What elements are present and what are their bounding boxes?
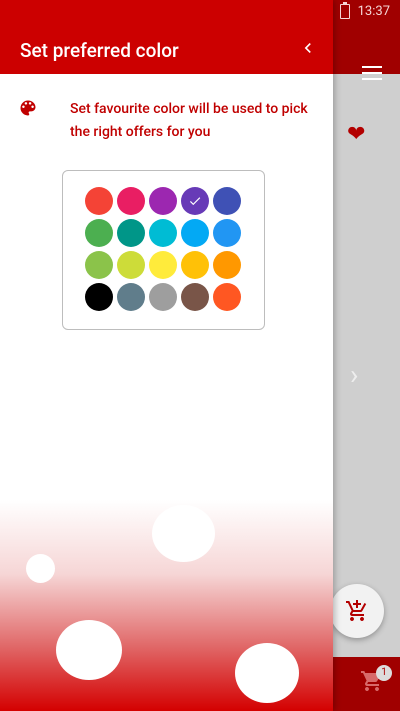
palette-icon [20,100,36,116]
color-swatch[interactable] [213,283,241,311]
decor-bubble [152,505,215,562]
heart-icon[interactable]: ❤ [347,122,365,147]
chevron-right-icon[interactable]: › [350,358,358,391]
color-swatch[interactable] [117,283,145,311]
add-to-cart-button[interactable] [330,584,384,638]
color-swatch[interactable] [85,219,113,247]
color-swatch[interactable] [149,283,177,311]
color-swatch[interactable] [117,251,145,279]
color-drawer: Set preferred color Set favourite color … [0,0,333,711]
color-swatch[interactable] [181,219,209,247]
color-swatch[interactable] [117,187,145,215]
color-swatch[interactable] [213,219,241,247]
color-swatch[interactable] [181,283,209,311]
decor-bubble [56,620,122,680]
swatch-grid [85,187,241,311]
color-swatch[interactable] [213,187,241,215]
color-swatch[interactable] [149,187,177,215]
decor-bubble [235,643,299,703]
color-swatch[interactable] [149,219,177,247]
color-swatch[interactable] [213,251,241,279]
add-shopping-cart-icon [346,600,367,621]
decorative-background [0,500,333,711]
color-swatch[interactable] [85,251,113,279]
battery-icon [339,2,350,19]
color-picker-panel [62,170,265,330]
drawer-title: Set preferred color [20,39,179,62]
drawer-header: Set preferred color [0,0,333,74]
decor-bubble [26,554,55,583]
intro-text: Set favourite color will be used to pick… [70,101,308,140]
color-swatch[interactable] [85,187,113,215]
chevron-left-icon[interactable] [298,38,318,58]
color-swatch[interactable] [181,251,209,279]
cart-badge: 1 [376,665,392,681]
check-icon [189,197,201,206]
menu-icon[interactable] [362,66,382,80]
color-swatch[interactable] [181,187,209,215]
color-swatch[interactable] [117,219,145,247]
color-swatch[interactable] [85,283,113,311]
color-swatch[interactable] [149,251,177,279]
status-time: 13:37 [357,4,390,19]
